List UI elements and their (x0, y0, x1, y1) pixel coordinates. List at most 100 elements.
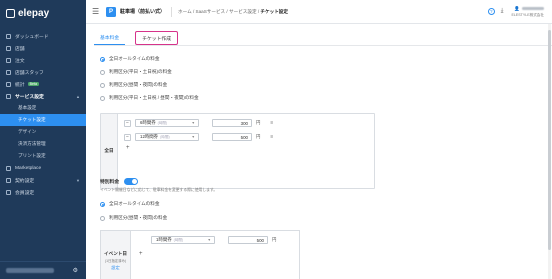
dashboard-icon (6, 33, 11, 39)
pricing-option-both[interactable]: 利用区分(平日・土日祝 / 昼間・夜間)の料金 (100, 95, 199, 101)
sidebar-item-orders[interactable]: 注文 (0, 54, 86, 66)
unit-label: 円 (272, 237, 277, 242)
beta-badge: Beta (27, 82, 40, 86)
event-day-sub: (1日指定済み) (104, 259, 127, 263)
user-name-redacted (522, 6, 544, 11)
grid-label: 全日 (101, 114, 118, 188)
radio-selected-icon (100, 201, 105, 207)
sidebar-subitem-ticket[interactable]: チケット設定 (0, 114, 86, 126)
pricing-option-weekday[interactable]: 利用区分(平日・土日祝)の料金 (100, 69, 172, 75)
sidebar-item-dashboard[interactable]: ダッシュボード (0, 30, 86, 42)
sidebar-subitem-payment[interactable]: 決済方法管理 (0, 138, 86, 150)
main-content: 基本料金 チケット作成 全日オールタイムの料金 利用区分(平日・土日祝)の料金 … (86, 24, 552, 279)
special-option-all-day[interactable]: 全日オールタイムの料金 (100, 201, 159, 207)
duration-select[interactable]: 12時間券 (時間) ▼ (135, 133, 199, 141)
logo-text: elepay (18, 7, 50, 19)
gear-icon[interactable]: ⚙ (73, 267, 78, 274)
tab-basic-price[interactable]: 基本料金 (94, 31, 126, 45)
hamburger-menu-icon[interactable]: ☰ (92, 7, 100, 16)
add-row-button[interactable]: + (139, 251, 143, 257)
event-day-label: イベント日 (104, 251, 127, 256)
staff-icon (6, 69, 11, 75)
tab-divider (94, 45, 552, 46)
members-icon (6, 189, 11, 195)
breadcrumb-home[interactable]: ホーム (178, 9, 192, 14)
top-header: ☰ P 駐車場（前払い式） ホーム / SaaSサービス / サービス設定 / … (86, 0, 552, 24)
vertical-scrollbar[interactable] (548, 24, 551, 279)
radio-icon (100, 69, 105, 75)
contract-icon (6, 177, 11, 183)
account-name-redacted (6, 268, 54, 273)
price-input[interactable]: 300 (212, 119, 252, 127)
price-row: − 12時間券 (時間) ▼ 500 円 ≡ (124, 132, 273, 142)
breadcrumb-saas[interactable]: SaaSサービス (196, 9, 226, 14)
special-price-title: 特別料金 (100, 180, 120, 185)
chevron-down-icon: ▼ (76, 177, 80, 183)
breadcrumb-service[interactable]: サービス設定 (229, 9, 257, 14)
price-input[interactable]: 500 (228, 236, 268, 244)
event-day-grid: イベント日 (1日指定済み) 設定 1時間券 (時間) ▼ 500 円 + (100, 230, 300, 279)
tab-ticket-create[interactable]: チケット作成 (135, 31, 178, 45)
price-input[interactable]: 500 (212, 133, 252, 141)
download-icon[interactable]: ⤓ (501, 8, 504, 15)
chevron-down-icon: ▼ (191, 121, 195, 125)
drag-handle-icon[interactable]: ≡ (270, 120, 273, 126)
radio-icon (100, 215, 105, 221)
sidebar-item-staff[interactable]: 店舗スタッフ (0, 66, 86, 78)
radio-selected-icon (100, 56, 105, 62)
special-price-header: 特別料金 (100, 178, 139, 185)
event-day-label-cell: イベント日 (1日指定済み) 設定 (101, 231, 131, 279)
remove-row-button[interactable]: − (124, 133, 131, 141)
scrollbar-thumb[interactable] (548, 30, 551, 250)
radio-icon (100, 95, 105, 101)
orders-icon (6, 57, 11, 63)
help-icon[interactable]: ? (487, 8, 495, 15)
sidebar-group-service-settings[interactable]: サービス設定 ▲ (0, 90, 86, 102)
logo[interactable]: elepay (0, 0, 86, 26)
pricing-grid-all-day: 全日 − 6時間券 (時間) ▼ 300 円 ≡ − 12時間券 (時間) ▼ … (100, 113, 375, 189)
event-day-settings-link[interactable]: 設定 (111, 265, 119, 271)
account-footer[interactable]: ⚙ (0, 261, 86, 279)
sidebar-item-store[interactable]: 店舗 (0, 42, 86, 54)
price-row: 1時間券 (時間) ▼ 500 円 (151, 235, 276, 245)
add-row-button[interactable]: + (126, 145, 130, 151)
sidebar-item-members[interactable]: 会員設定 (0, 186, 86, 198)
radio-icon (100, 82, 105, 88)
stats-icon (6, 81, 11, 87)
tab-bar: 基本料金 チケット作成 (94, 31, 178, 45)
chevron-up-icon: ▲ (76, 93, 80, 99)
sidebar-item-contract[interactable]: 契約設定 ▼ (0, 174, 86, 186)
user-menu[interactable]: 👤 ELESTYLE株式会社 (511, 6, 544, 18)
sidebar-item-stats[interactable]: 統計 Beta (0, 78, 86, 90)
breadcrumb: ホーム / SaaSサービス / サービス設定 / チケット設定 (178, 8, 288, 14)
breadcrumb-current: チケット設定 (260, 8, 288, 14)
user-icon: 👤 (514, 5, 520, 11)
app-name[interactable]: 駐車場（前払い式） (120, 8, 165, 15)
unit-label: 円 (256, 120, 261, 125)
pricing-option-all-day[interactable]: 全日オールタイムの料金 (100, 56, 159, 62)
unit-label: 円 (256, 134, 261, 139)
pricing-option-daynight[interactable]: 利用区分(昼間・夜間)の料金 (100, 82, 167, 88)
drag-handle-icon[interactable]: ≡ (270, 134, 273, 140)
sidebar-subitem-print[interactable]: プリント設定 (0, 150, 86, 162)
duration-select[interactable]: 6時間券 (時間) ▼ (135, 119, 199, 127)
store-icon (6, 45, 11, 51)
sidebar-item-marketplace[interactable]: Marketplace (0, 162, 86, 174)
chevron-down-icon: ▼ (207, 238, 211, 242)
header-right: ? ⤓ 👤 ELESTYLE株式会社 (487, 6, 552, 18)
sidebar-subitem-basic[interactable]: 基本設定 (0, 102, 86, 114)
special-price-toggle[interactable] (124, 178, 139, 185)
app-badge: P (106, 6, 116, 17)
sidebar-subitem-design[interactable]: デザイン (0, 126, 86, 138)
marketplace-icon (6, 165, 11, 171)
chevron-down-icon: ▼ (191, 135, 195, 139)
duration-select[interactable]: 1時間券 (時間) ▼ (151, 236, 215, 244)
header-divider (171, 6, 173, 17)
price-row: − 6時間券 (時間) ▼ 300 円 ≡ (124, 118, 273, 128)
special-option-daynight[interactable]: 利用区分(昼間・夜間)の料金 (100, 215, 167, 221)
sidebar: elepay ダッシュボード 店舗 注文 店舗スタッフ 統計 Beta サービス… (0, 0, 86, 279)
company-name: ELESTYLE株式会社 (511, 12, 544, 17)
settings-icon (6, 93, 11, 99)
remove-row-button[interactable]: − (124, 119, 131, 127)
special-price-description: イベント開催日などに応じて、駐車料金を変更する際に使用します。 (100, 188, 218, 192)
